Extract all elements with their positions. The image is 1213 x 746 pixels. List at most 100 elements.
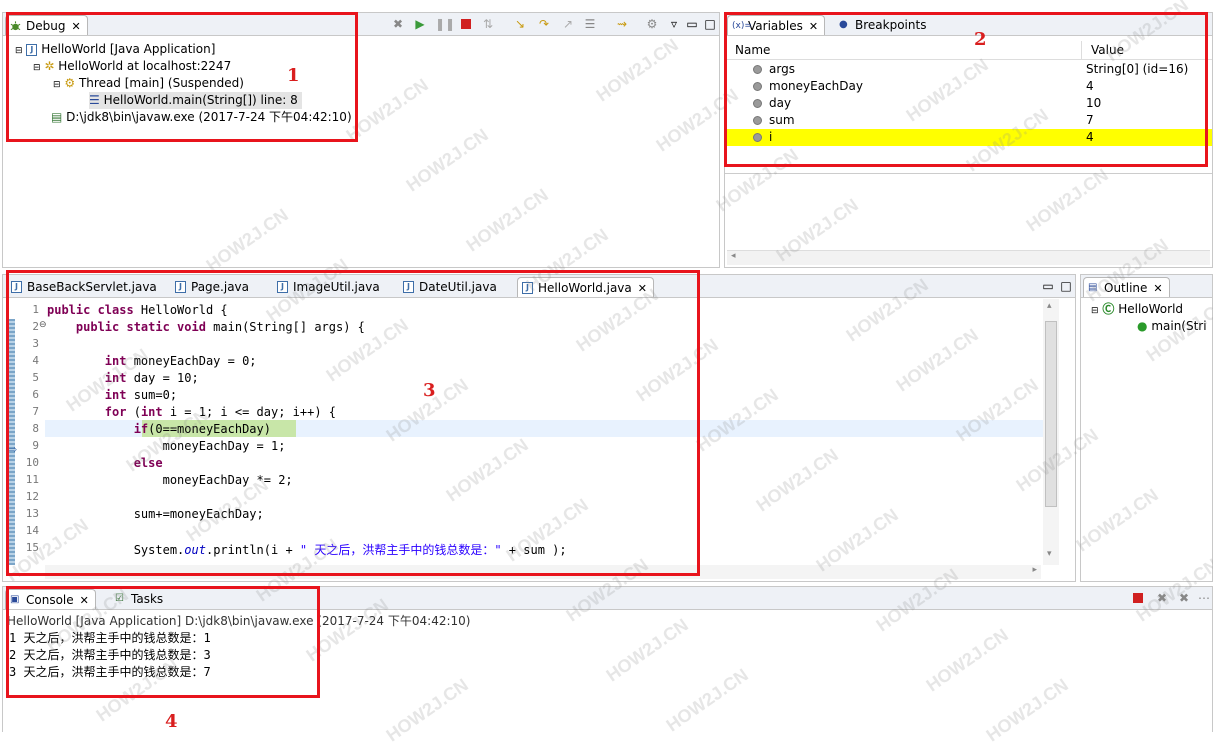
horizontal-scrollbar[interactable]: ▸ — [45, 565, 1041, 579]
variable-row[interactable]: day 10 — [725, 95, 1212, 112]
terminate-icon[interactable] — [1131, 591, 1145, 605]
console-tabbar: ▣ Console ✕ ☑ Tasks ✖ ✖ ⋯ — [3, 587, 1212, 610]
close-icon[interactable]: ✕ — [809, 20, 818, 33]
tab-console[interactable]: ▣ Console ✕ — [5, 589, 96, 609]
code-line[interactable]: for (int i = 1; i <= day; i++) { — [47, 405, 336, 419]
scroll-up-icon[interactable]: ▴ — [1047, 301, 1052, 311]
tab-variables-label: Variables — [748, 19, 803, 33]
tree-item-debug-target[interactable]: ⊟ ✲ HelloWorld at localhost:2247 — [33, 58, 231, 75]
line-number: 15 — [25, 541, 39, 554]
scroll-left-icon[interactable]: ◂ — [731, 251, 736, 261]
tab-dateutil[interactable]: J DateUtil.java — [399, 277, 503, 297]
console-output-line: 1 天之后，洪帮主手中的钱总数是：1 — [9, 631, 211, 645]
column-header-value[interactable]: Value — [1091, 41, 1124, 59]
process-icon: ▤ — [51, 110, 63, 124]
close-icon[interactable]: ✕ — [80, 594, 89, 607]
code-line[interactable]: else — [47, 456, 163, 470]
code-line[interactable]: int sum=0; — [47, 388, 177, 402]
variable-name: day — [769, 96, 792, 110]
variable-value: 4 — [1086, 130, 1094, 144]
outline-class-item[interactable]: ⊟ Ⓒ HelloWorld — [1091, 301, 1183, 318]
vertical-scrollbar[interactable]: ▴ ▾ — [1043, 299, 1059, 565]
view-menu-chevron-icon[interactable]: ▿ — [667, 17, 681, 31]
tab-page[interactable]: J Page.java — [171, 277, 255, 297]
tab-tasks[interactable]: ☑ Tasks — [111, 589, 169, 609]
suspend-icon[interactable]: ❚❚ — [435, 17, 455, 31]
variable-value: 7 — [1086, 113, 1094, 127]
view-menu-icon[interactable]: ⚙ — [645, 17, 659, 31]
minimize-icon[interactable]: ▭ — [685, 17, 699, 31]
scroll-right-icon[interactable]: ▸ — [1032, 565, 1037, 575]
view-menu-icon[interactable]: ⋯ — [1197, 591, 1211, 605]
outline-icon: ▤ — [1088, 282, 1098, 293]
fold-icon[interactable]: ⊖ — [39, 320, 47, 330]
use-step-filters-icon[interactable]: ⇝ — [615, 17, 629, 31]
outline-method-item[interactable]: ● main(Stri — [1137, 318, 1207, 335]
variables-header: Name Value — [725, 41, 1212, 60]
disconnect-icon[interactable]: ⇅ — [481, 17, 495, 31]
tab-outline[interactable]: ▤ Outline ✕ — [1083, 277, 1170, 297]
variables-view: (x)= Variables ✕ ● Breakpoints Name Value… — [724, 12, 1213, 268]
tab-helloworld[interactable]: J HelloWorld.java ✕ — [517, 277, 654, 297]
tree-item-stack-frame[interactable]: ☰ HelloWorld.main(String[]) line: 8 — [89, 92, 302, 109]
debug-tabbar: Debug ✕ ✖ ▶ ❚❚ ⇅ ↘ ↷ ↗ ☰ ⇝ ⚙ ▿ ▭ □ — [3, 13, 719, 36]
tab-basebackservlet[interactable]: J BaseBackServlet.java — [7, 277, 163, 297]
tab-imageutil[interactable]: J ImageUtil.java — [273, 277, 386, 297]
java-app-icon: J — [26, 43, 38, 56]
code-line[interactable]: if(0==moneyEachDay) — [47, 422, 271, 436]
step-over-icon[interactable]: ↷ — [537, 17, 551, 31]
maximize-icon[interactable]: □ — [703, 17, 717, 31]
code-line[interactable]: moneyEachDay = 1; — [47, 439, 286, 453]
horizontal-scrollbar[interactable]: ◂ — [727, 250, 1210, 265]
close-icon[interactable]: ✕ — [1153, 282, 1162, 295]
outline-method-label: main(Stri — [1151, 319, 1207, 333]
remove-terminated-icon[interactable]: ✖ — [391, 17, 405, 31]
minimize-icon[interactable]: ▭ — [1041, 279, 1055, 293]
tree-item-java-app[interactable]: ⊟ J HelloWorld [Java Application] — [15, 41, 215, 58]
variable-row[interactable]: moneyEachDay 4 — [725, 78, 1212, 95]
class-icon: Ⓒ — [1102, 302, 1115, 316]
code-line[interactable]: moneyEachDay *= 2; — [47, 473, 293, 487]
column-header-name[interactable]: Name — [735, 41, 770, 59]
code-line[interactable]: sum+=moneyEachDay; — [47, 507, 264, 521]
drop-to-frame-icon[interactable]: ☰ — [583, 17, 597, 31]
variables-tabbar: (x)= Variables ✕ ● Breakpoints — [725, 13, 1212, 36]
terminate-icon[interactable] — [459, 17, 473, 31]
close-icon[interactable]: ✕ — [638, 282, 647, 295]
close-icon[interactable]: ✕ — [71, 20, 80, 33]
collapse-icon[interactable]: ⊟ — [15, 46, 23, 56]
tab-breakpoints[interactable]: ● Breakpoints — [835, 15, 932, 35]
tab-outline-label: Outline — [1104, 281, 1148, 295]
step-return-icon[interactable]: ↗ — [561, 17, 575, 31]
public-method-icon: ● — [1137, 319, 1148, 333]
code-line[interactable]: public class HelloWorld { — [47, 303, 228, 317]
tab-debug[interactable]: Debug ✕ — [5, 15, 88, 35]
variable-row-highlighted[interactable]: i 4 — [725, 129, 1212, 146]
code-line[interactable]: int moneyEachDay = 0; — [47, 354, 257, 368]
editor-area: J BaseBackServlet.java J Page.java J Ima… — [2, 274, 1076, 582]
variable-row[interactable]: sum 7 — [725, 112, 1212, 129]
tree-item-label: HelloWorld [Java Application] — [41, 42, 216, 56]
remove-all-terminated-icon[interactable]: ✖ — [1177, 591, 1191, 605]
line-number: 12 — [25, 490, 39, 503]
java-file-icon: J — [175, 281, 186, 293]
code-line[interactable]: int day = 10; — [47, 371, 199, 385]
maximize-icon[interactable]: □ — [1059, 279, 1073, 293]
collapse-icon[interactable]: ⊟ — [1091, 306, 1099, 316]
variable-name: i — [769, 130, 773, 144]
variable-row[interactable]: args String[0] (id=16) — [725, 61, 1212, 78]
remove-launch-icon[interactable]: ✖ — [1155, 591, 1169, 605]
resume-icon[interactable]: ▶ — [413, 17, 427, 31]
scrollbar-thumb[interactable] — [1045, 321, 1057, 507]
scroll-down-icon[interactable]: ▾ — [1047, 549, 1052, 559]
code-line[interactable]: System.out.println(i + " 天之后，洪帮主手中的钱总数是：… — [47, 541, 567, 558]
collapse-icon[interactable]: ⊟ — [53, 80, 61, 90]
console-output-line: 3 天之后，洪帮主手中的钱总数是：7 — [9, 665, 211, 679]
tree-item-process[interactable]: ▤ D:\jdk8\bin\javaw.exe (2017-7-24 下午04:… — [51, 109, 352, 126]
tab-label: BaseBackServlet.java — [27, 280, 157, 294]
collapse-icon[interactable]: ⊟ — [33, 63, 41, 73]
tree-item-thread[interactable]: ⊟ ⚙ Thread [main] (Suspended) — [53, 75, 244, 92]
step-into-icon[interactable]: ↘ — [513, 17, 527, 31]
code-line[interactable]: public static void main(String[] args) { — [47, 320, 365, 334]
tab-variables[interactable]: (x)= Variables ✕ — [727, 15, 826, 35]
